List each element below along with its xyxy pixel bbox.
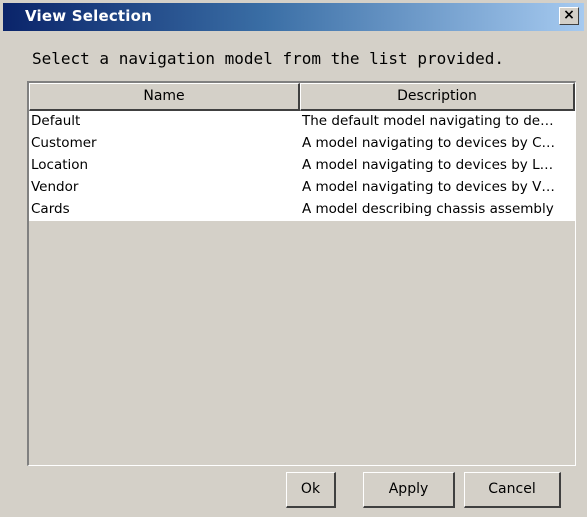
view-selection-dialog: View Selection × Select a navigation mod…	[0, 0, 587, 517]
table-row[interactable]: Customer A model navigating to devices b…	[29, 133, 575, 155]
row-name-cell: Default	[31, 113, 81, 129]
table-row[interactable]: Location A model navigating to devices b…	[29, 155, 575, 177]
close-icon: ×	[563, 7, 575, 23]
row-name-cell: Customer	[31, 135, 97, 151]
column-header-description[interactable]: Description	[300, 83, 575, 111]
window-title: View Selection	[25, 7, 153, 25]
title-bar[interactable]: View Selection ×	[3, 3, 584, 31]
instruction-text: Select a navigation model from the list …	[32, 49, 505, 68]
row-description-cell: The default model navigating to de…	[302, 113, 554, 129]
row-name-cell: Location	[31, 157, 89, 173]
table-header: Name Description	[29, 83, 575, 111]
row-description-cell: A model describing chassis assembly	[302, 201, 554, 217]
ok-button[interactable]: Ok	[286, 472, 336, 508]
row-description-cell: A model navigating to devices by C…	[302, 135, 556, 151]
column-header-name[interactable]: Name	[29, 83, 300, 111]
row-description-cell: A model navigating to devices by L…	[302, 157, 554, 173]
row-name-cell: Vendor	[31, 179, 79, 195]
table-row[interactable]: Vendor A model navigating to devices by …	[29, 177, 575, 199]
table-row[interactable]: Cards A model describing chassis assembl…	[29, 199, 575, 221]
apply-button[interactable]: Apply	[363, 472, 455, 508]
close-button[interactable]: ×	[559, 7, 579, 25]
row-description-cell: A model navigating to devices by V…	[302, 179, 555, 195]
navigation-model-table: Name Description Default The default mod…	[27, 81, 576, 466]
row-name-cell: Cards	[31, 201, 70, 217]
cancel-button[interactable]: Cancel	[464, 472, 561, 508]
table-body: Default The default model navigating to …	[29, 111, 575, 221]
table-row[interactable]: Default The default model navigating to …	[29, 111, 575, 133]
